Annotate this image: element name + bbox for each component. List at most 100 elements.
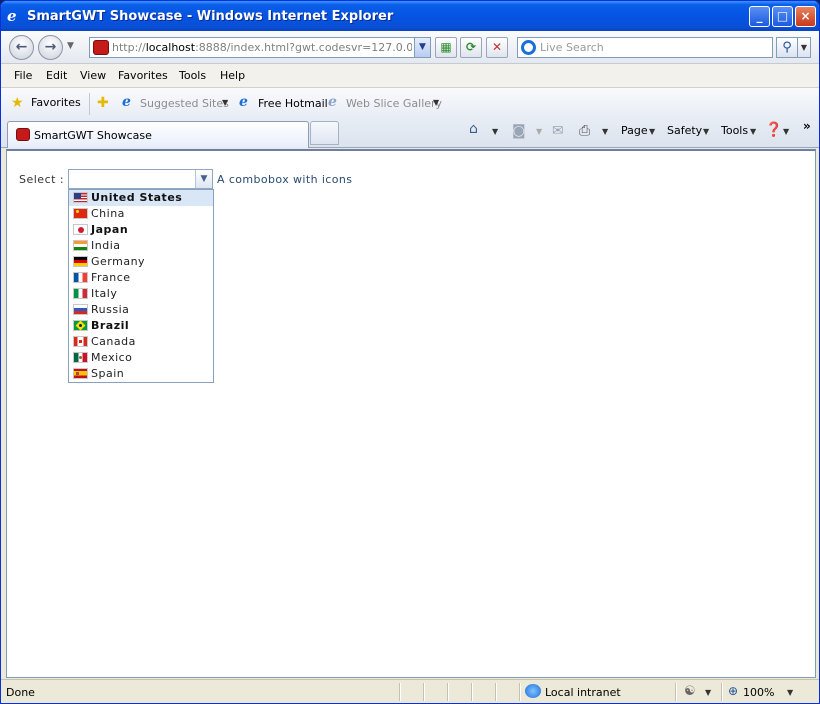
tab-row: SmartGWT Showcase ⌂ ▼ ◙ ▼ ✉ ⎙ ▼ Page ▼ S… xyxy=(1,118,819,148)
toolbar-separator xyxy=(89,93,90,115)
menu-tools[interactable]: Tools xyxy=(179,69,206,82)
chevron-down-icon[interactable]: ▼ xyxy=(433,98,439,107)
flag-ca-icon xyxy=(73,336,88,347)
menu-file[interactable]: File xyxy=(14,69,32,82)
tools-menu[interactable]: Tools xyxy=(721,124,748,137)
status-divider xyxy=(423,683,424,701)
combobox-dropdown-list: United States China Japan India Germany … xyxy=(68,189,214,383)
list-item[interactable]: Brazil xyxy=(69,318,213,334)
search-options-button[interactable]: ▼ xyxy=(798,37,811,58)
zoom-level[interactable]: 100% xyxy=(743,686,774,699)
close-button[interactable]: × xyxy=(795,6,816,27)
list-item[interactable]: Canada xyxy=(69,334,213,350)
list-item-label: Japan xyxy=(91,223,129,236)
security-zone[interactable]: Local intranet xyxy=(545,686,621,699)
chevron-down-icon[interactable]: ▼ xyxy=(783,127,789,136)
chevron-down-icon[interactable]: ▼ xyxy=(705,688,711,697)
combobox-dropdown-button[interactable]: ▼ xyxy=(195,170,212,188)
status-divider xyxy=(675,683,676,701)
status-divider xyxy=(519,683,520,701)
site-favicon-icon xyxy=(93,40,109,55)
tab-smartgwt-showcase[interactable]: SmartGWT Showcase xyxy=(7,121,309,148)
free-hotmail-link[interactable]: Free Hotmail xyxy=(258,97,328,110)
page-menu[interactable]: Page xyxy=(621,124,648,137)
chevron-down-icon[interactable]: ▼ xyxy=(649,127,655,136)
chevron-down-icon[interactable]: ▼ xyxy=(750,127,756,136)
chevron-down-icon[interactable]: ▼ xyxy=(222,98,228,107)
country-combobox[interactable]: ▼ xyxy=(68,169,213,189)
new-tab-button[interactable] xyxy=(310,121,339,145)
tab-label: SmartGWT Showcase xyxy=(34,129,152,142)
flag-de-icon xyxy=(73,256,88,267)
list-item-label: Italy xyxy=(91,287,118,300)
back-button[interactable]: ← xyxy=(9,35,34,60)
list-item-label: Russia xyxy=(91,303,130,316)
web-slice-gallery-link[interactable]: Web Slice Gallery xyxy=(346,97,442,110)
flag-us-icon xyxy=(73,192,88,203)
select-label: Select : xyxy=(19,173,65,186)
list-item[interactable]: Japan xyxy=(69,222,213,238)
add-favorite-icon[interactable]: ✚ xyxy=(97,95,109,111)
address-input[interactable]: http://localhost:8888/index.html?gwt.cod… xyxy=(89,37,431,58)
address-dropdown-button[interactable]: ▼ xyxy=(414,38,430,57)
toolbar-overflow-chevron[interactable]: » xyxy=(803,119,811,133)
favorites-button[interactable]: Favorites xyxy=(31,96,81,109)
menu-help[interactable]: Help xyxy=(220,69,245,82)
safety-menu[interactable]: Safety xyxy=(667,124,702,137)
list-item[interactable]: China xyxy=(69,206,213,222)
chevron-down-icon[interactable]: ▼ xyxy=(536,127,542,136)
chevron-down-icon[interactable]: ▼ xyxy=(787,688,793,697)
flag-fr-icon xyxy=(73,272,88,283)
zoom-icon[interactable]: ⊕ xyxy=(728,684,738,698)
chevron-down-icon[interactable]: ▼ xyxy=(492,127,498,136)
list-item-label: Brazil xyxy=(91,319,130,332)
chevron-down-icon[interactable]: ▼ xyxy=(703,127,709,136)
favorites-bar: ★ Favorites ✚ e Suggested Sites ▼ e Free… xyxy=(1,88,819,118)
print-icon[interactable]: ⎙ xyxy=(579,123,590,139)
flag-ru-icon xyxy=(73,304,88,315)
compatibility-view-icon[interactable]: ▦ xyxy=(435,37,457,58)
search-input[interactable]: Live Search xyxy=(517,37,773,58)
menu-view[interactable]: View xyxy=(80,69,106,82)
chevron-down-icon[interactable]: ▼ xyxy=(602,127,608,136)
status-text: Done xyxy=(6,686,35,699)
chevron-down-icon[interactable]: ▼ xyxy=(67,41,74,51)
list-item[interactable]: Mexico xyxy=(69,350,213,366)
list-item-label: China xyxy=(91,207,125,220)
suggested-sites-link[interactable]: Suggested Sites xyxy=(140,97,229,110)
combobox-hint: A combobox with icons xyxy=(217,173,353,186)
list-item[interactable]: Spain xyxy=(69,366,213,382)
list-item[interactable]: France xyxy=(69,270,213,286)
list-item[interactable]: India xyxy=(69,238,213,254)
protected-mode-icon[interactable]: ☯ xyxy=(684,684,696,699)
flag-it-icon xyxy=(73,288,88,299)
ie-page-icon: e xyxy=(239,94,248,110)
feeds-icon[interactable]: ◙ xyxy=(512,123,526,139)
ie-icon: e xyxy=(7,7,17,25)
status-divider xyxy=(721,683,722,701)
flag-es-icon xyxy=(73,368,88,379)
status-divider xyxy=(495,683,496,701)
status-divider xyxy=(471,683,472,701)
list-item[interactable]: United States xyxy=(69,190,213,206)
list-item[interactable]: Germany xyxy=(69,254,213,270)
minimize-button[interactable]: _ xyxy=(749,6,770,27)
list-item-label: India xyxy=(91,239,121,252)
list-item[interactable]: Italy xyxy=(69,286,213,302)
forward-button[interactable]: → xyxy=(38,35,63,60)
stop-icon[interactable]: ✕ xyxy=(486,37,508,58)
list-item[interactable]: Russia xyxy=(69,302,213,318)
refresh-icon[interactable]: ⟳ xyxy=(460,37,482,58)
mail-icon[interactable]: ✉ xyxy=(552,123,564,139)
search-placeholder: Live Search xyxy=(540,41,604,54)
search-button[interactable]: ⚲ xyxy=(776,37,798,58)
menu-favorites[interactable]: Favorites xyxy=(118,69,168,82)
maximize-button[interactable]: □ xyxy=(772,6,793,27)
flag-in-icon xyxy=(73,240,88,251)
status-divider xyxy=(447,683,448,701)
flag-cn-icon xyxy=(73,208,88,219)
help-icon[interactable]: ❓ xyxy=(765,122,782,138)
home-icon[interactable]: ⌂ xyxy=(469,121,478,137)
title-bar[interactable]: e SmartGWT Showcase - Windows Internet E… xyxy=(1,1,819,31)
menu-edit[interactable]: Edit xyxy=(46,69,67,82)
